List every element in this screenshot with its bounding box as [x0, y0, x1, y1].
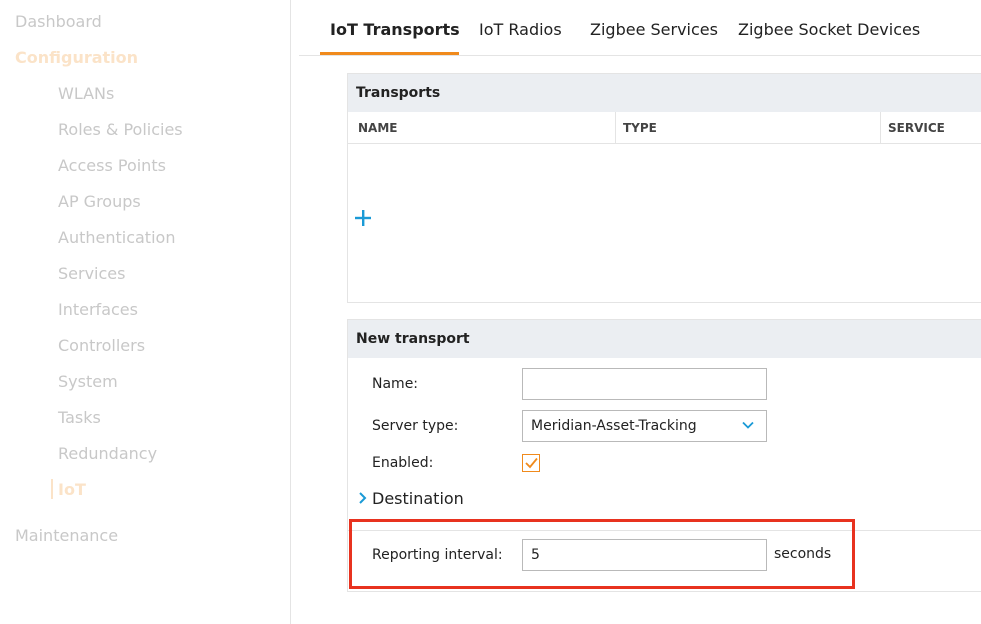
sidebar-item-access-points[interactable]: Access Points: [58, 156, 166, 175]
tab-zigbee-services[interactable]: Zigbee Services: [590, 20, 718, 39]
column-divider: [615, 112, 616, 144]
enabled-label: Enabled:: [372, 455, 434, 471]
sidebar-item-tasks[interactable]: Tasks: [58, 408, 101, 427]
tab-iot-transports[interactable]: IoT Transports: [330, 20, 460, 39]
name-label: Name:: [372, 376, 419, 392]
chevron-down-icon: [742, 421, 754, 429]
sidebar-item-interfaces[interactable]: Interfaces: [58, 300, 138, 319]
sidebar-item-dashboard[interactable]: Dashboard: [15, 12, 102, 31]
checkmark-icon: [525, 457, 538, 469]
server-type-value: Meridian-Asset-Tracking: [531, 418, 697, 434]
sidebar-item-authentication[interactable]: Authentication: [58, 228, 175, 247]
enabled-checkbox[interactable]: [522, 454, 540, 472]
sidebar-item-maintenance[interactable]: Maintenance: [15, 526, 118, 545]
server-type-select[interactable]: Meridian-Asset-Tracking: [522, 410, 767, 442]
tab-iot-radios[interactable]: IoT Radios: [479, 20, 562, 39]
sidebar-item-wlans[interactable]: WLANs: [58, 84, 114, 103]
column-name[interactable]: NAME: [358, 121, 397, 135]
chevron-right-icon[interactable]: [358, 492, 368, 504]
sidebar: Dashboard Configuration WLANs Roles & Po…: [0, 0, 291, 624]
sidebar-active-indicator: [51, 479, 53, 499]
sidebar-item-controllers[interactable]: Controllers: [58, 336, 145, 355]
sidebar-item-system[interactable]: System: [58, 372, 118, 391]
tab-zigbee-socket-devices[interactable]: Zigbee Socket Devices: [738, 20, 920, 39]
name-input[interactable]: [522, 368, 767, 400]
sidebar-item-services[interactable]: Services: [58, 264, 125, 283]
plus-icon: [355, 210, 371, 226]
server-type-label: Server type:: [372, 418, 459, 434]
destination-section-toggle[interactable]: Destination: [372, 489, 464, 508]
sidebar-item-ap-groups[interactable]: AP Groups: [58, 192, 141, 211]
highlight-box: [349, 519, 855, 589]
sidebar-item-redundancy[interactable]: Redundancy: [58, 444, 157, 463]
sidebar-section-configuration[interactable]: Configuration: [15, 48, 138, 67]
column-service[interactable]: SERVICE: [888, 121, 945, 135]
column-divider: [880, 112, 881, 144]
sidebar-item-roles-policies[interactable]: Roles & Policies: [58, 120, 183, 139]
new-transport-title: New transport: [348, 320, 981, 358]
sidebar-item-iot[interactable]: IoT: [58, 480, 86, 499]
transports-panel: Transports NAME TYPE SERVICE: [347, 73, 981, 303]
transports-table-header: NAME TYPE SERVICE: [348, 112, 981, 144]
active-tab-underline: [320, 52, 459, 55]
transports-title: Transports: [348, 74, 981, 112]
column-type[interactable]: TYPE: [623, 121, 657, 135]
add-transport-button[interactable]: [354, 204, 372, 232]
